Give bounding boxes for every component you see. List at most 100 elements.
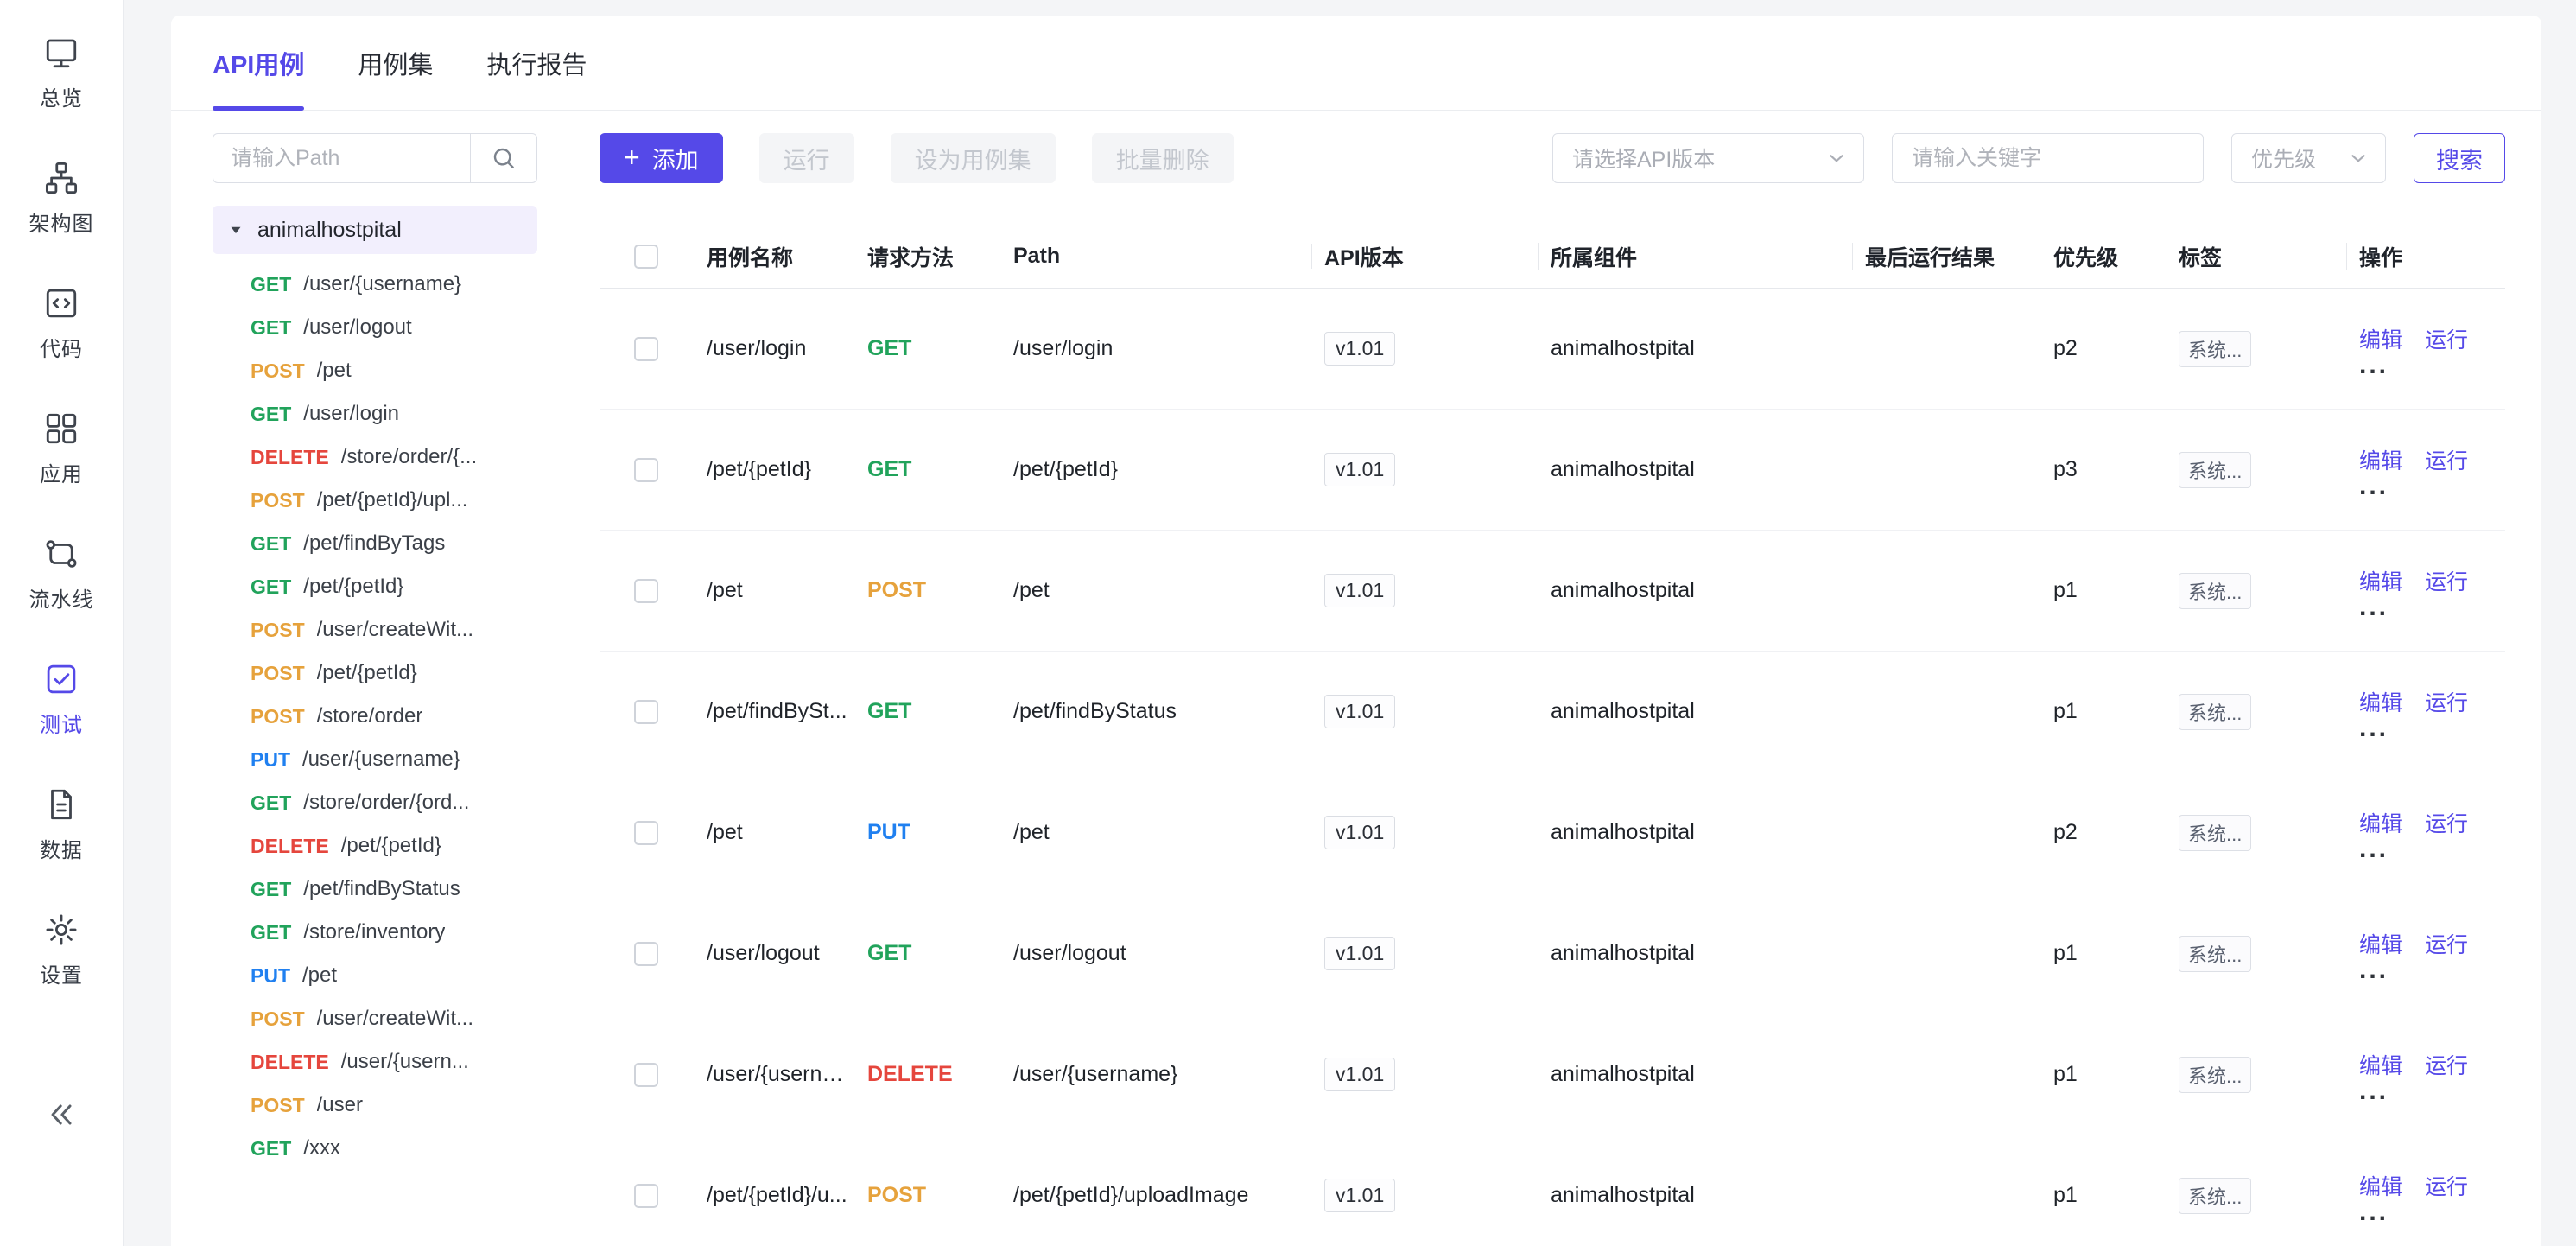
more-actions-button[interactable]: ...	[2359, 356, 2389, 375]
api-version-badge: v1.01	[1324, 574, 1395, 607]
tree-item[interactable]: GET /pet/findByTags	[213, 522, 537, 565]
tree-item[interactable]: PUT /user/{username}	[213, 738, 537, 781]
row-checkbox[interactable]	[634, 821, 658, 845]
set-suite-button[interactable]: 设为用例集	[891, 133, 1056, 183]
tree-item-path: /user	[317, 1093, 363, 1117]
tree-item[interactable]: GET /store/order/{ord...	[213, 781, 537, 824]
run-link[interactable]: 运行	[2425, 1049, 2468, 1080]
row-checkbox[interactable]	[634, 458, 658, 482]
tree-search-button[interactable]	[470, 133, 537, 183]
tree-item[interactable]: POST /pet/{petId}	[213, 652, 537, 695]
api-version-select-placeholder: 请选择API版本	[1572, 143, 1715, 174]
tab-execution-reports[interactable]: 执行报告	[486, 16, 587, 110]
sidebar-item-overview[interactable]: 总览	[0, 35, 123, 111]
method-label: PUT	[251, 964, 290, 988]
edit-link[interactable]: 编辑	[2359, 1049, 2402, 1080]
tree-item[interactable]: GET /user/logout	[213, 306, 537, 349]
more-actions-button[interactable]: ...	[2359, 477, 2389, 496]
priority-value: p2	[2053, 336, 2179, 361]
tree-item[interactable]: POST /store/order	[213, 695, 537, 738]
edit-link[interactable]: 编辑	[2359, 1170, 2402, 1201]
tree-item[interactable]: POST /user	[213, 1084, 537, 1127]
sidebar-item-apps[interactable]: 应用	[0, 410, 123, 487]
tree-root-node[interactable]: animalhostpital	[213, 206, 537, 254]
sidebar-item-settings[interactable]: 设置	[0, 912, 123, 989]
actions-cell: 编辑 运行 ...	[2359, 807, 2505, 859]
edit-link[interactable]: 编辑	[2359, 928, 2402, 959]
tree-item[interactable]: DELETE /pet/{petId}	[213, 824, 537, 868]
tree-item[interactable]: POST /pet/{petId}/upl...	[213, 479, 537, 522]
tree-item[interactable]: DELETE /store/order/{...	[213, 435, 537, 479]
sidebar-item-label: 架构图	[29, 207, 94, 237]
caret-down-icon[interactable]	[226, 220, 245, 239]
run-link[interactable]: 运行	[2425, 686, 2468, 717]
tree-item[interactable]: GET /pet/{petId}	[213, 565, 537, 608]
batch-delete-button[interactable]: 批量删除	[1092, 133, 1234, 183]
sidebar-item-pipeline[interactable]: 流水线	[0, 536, 123, 613]
case-path: /pet/{petId}	[1013, 457, 1324, 482]
tab-api-cases[interactable]: API用例	[213, 16, 304, 110]
tree-item-path: /store/order/{ord...	[303, 791, 469, 815]
table-body: /user/login GET /user/login v1.01 animal…	[600, 289, 2505, 1246]
tree-item[interactable]: PUT /pet	[213, 954, 537, 997]
api-version-select[interactable]: 请选择API版本	[1552, 133, 1864, 183]
more-actions-button[interactable]: ...	[2359, 1082, 2389, 1101]
search-button[interactable]: 搜索	[2414, 133, 2505, 183]
more-actions-button[interactable]: ...	[2359, 1203, 2389, 1222]
tree-item[interactable]: GET /pet/findByStatus	[213, 868, 537, 911]
add-button[interactable]: + 添加	[600, 133, 723, 183]
sidebar-item-test[interactable]: 测试	[0, 661, 123, 738]
more-actions-button[interactable]: ...	[2359, 961, 2389, 980]
edit-link[interactable]: 编辑	[2359, 565, 2402, 596]
tree-item-path: /store/inventory	[303, 920, 445, 944]
method-label: GET	[251, 1137, 291, 1160]
tree-item[interactable]: GET /user/{username}	[213, 263, 537, 306]
tree-item[interactable]: DELETE /user/{usern...	[213, 1040, 537, 1084]
tree-item[interactable]: GET /store/inventory	[213, 911, 537, 954]
row-checkbox[interactable]	[634, 1063, 658, 1087]
run-link[interactable]: 运行	[2425, 565, 2468, 596]
method-label: GET	[251, 921, 291, 944]
run-link[interactable]: 运行	[2425, 323, 2468, 354]
select-all-checkbox[interactable]	[634, 245, 658, 269]
component-name: animalhostpital	[1551, 699, 1865, 724]
edit-link[interactable]: 编辑	[2359, 686, 2402, 717]
collapse-sidebar-button[interactable]	[44, 1097, 79, 1132]
run-button[interactable]: 运行	[759, 133, 854, 183]
keyword-input[interactable]	[1892, 133, 2204, 183]
more-actions-button[interactable]: ...	[2359, 719, 2389, 738]
tag-badge: 系统...	[2179, 694, 2251, 730]
tag-badge: 系统...	[2179, 1178, 2251, 1214]
search-icon	[490, 144, 517, 172]
edit-link[interactable]: 编辑	[2359, 807, 2402, 838]
tag-badge: 系统...	[2179, 1057, 2251, 1093]
row-checkbox[interactable]	[634, 337, 658, 361]
tree-item[interactable]: POST /user/createWit...	[213, 608, 537, 652]
priority-value: p1	[2053, 578, 2179, 603]
case-name: /pet/findBySt...	[707, 699, 867, 724]
tree-item[interactable]: POST /user/createWit...	[213, 997, 537, 1040]
sidebar-item-code[interactable]: 代码	[0, 285, 123, 362]
run-link[interactable]: 运行	[2425, 807, 2468, 838]
more-actions-button[interactable]: ...	[2359, 598, 2389, 617]
row-checkbox[interactable]	[634, 942, 658, 966]
edit-link[interactable]: 编辑	[2359, 323, 2402, 354]
method-label: GET	[251, 273, 291, 296]
run-link[interactable]: 运行	[2425, 444, 2468, 475]
tree-item[interactable]: GET /user/login	[213, 392, 537, 435]
row-checkbox[interactable]	[634, 700, 658, 724]
more-actions-button[interactable]: ...	[2359, 840, 2389, 859]
row-checkbox[interactable]	[634, 579, 658, 603]
tree-item-path: /pet/{petId}	[341, 834, 441, 858]
run-link[interactable]: 运行	[2425, 928, 2468, 959]
path-search-input[interactable]	[213, 133, 470, 183]
tree-item[interactable]: POST /pet	[213, 349, 537, 392]
priority-select[interactable]: 优先级	[2231, 133, 2386, 183]
sidebar-item-architecture[interactable]: 架构图	[0, 160, 123, 237]
edit-link[interactable]: 编辑	[2359, 444, 2402, 475]
sidebar-item-data[interactable]: 数据	[0, 786, 123, 863]
row-checkbox[interactable]	[634, 1184, 658, 1208]
tab-case-suites[interactable]: 用例集	[358, 16, 433, 110]
run-link[interactable]: 运行	[2425, 1170, 2468, 1201]
tree-item[interactable]: GET /xxx	[213, 1127, 537, 1170]
